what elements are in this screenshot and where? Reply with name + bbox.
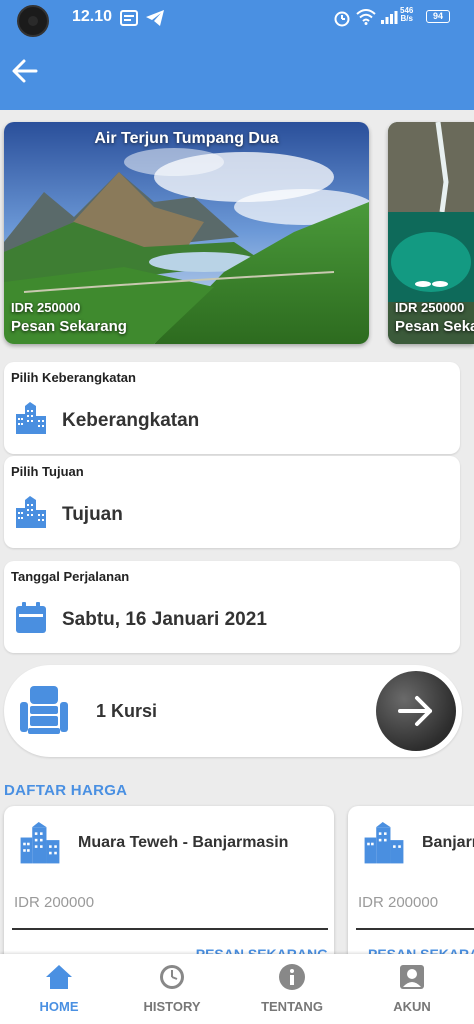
city-icon bbox=[364, 822, 404, 864]
status-bar: 12.10 546 B/s 94 bbox=[0, 0, 474, 38]
back-arrow-icon[interactable] bbox=[10, 56, 40, 86]
city-icon bbox=[20, 822, 60, 864]
destination-field[interactable]: Pilih Tujuan Tujuan bbox=[4, 456, 460, 548]
destination-value: Tujuan bbox=[62, 504, 123, 525]
message-notification-icon bbox=[120, 10, 138, 26]
nav-history-label: HISTORY bbox=[143, 999, 201, 1014]
destination-title: Air Terjun Tumpang Dua bbox=[94, 130, 279, 147]
nav-about[interactable]: TENTANG bbox=[233, 954, 351, 1024]
nav-about-label: TENTANG bbox=[261, 999, 323, 1014]
destination-price: IDR 250000 bbox=[395, 300, 465, 315]
departure-field[interactable]: Pilih Keberangkatan Keberangkatan bbox=[4, 362, 460, 454]
departure-label: Pilih Keberangkatan bbox=[11, 370, 136, 385]
destination-card[interactable]: Air Terjun Tumpang Dua IDR 250000 Pesan … bbox=[4, 122, 369, 344]
account-icon bbox=[400, 965, 424, 989]
alarm-icon bbox=[334, 11, 350, 27]
app-bar bbox=[0, 38, 474, 110]
nav-account-label: AKUN bbox=[393, 999, 431, 1014]
route-price: IDR 200000 bbox=[14, 894, 95, 911]
nav-home-label: HOME bbox=[39, 999, 79, 1014]
signal-strength-icon bbox=[381, 11, 398, 24]
nav-history[interactable]: HISTORY bbox=[113, 954, 231, 1024]
arrow-right-icon bbox=[398, 696, 432, 726]
telegram-notification-icon bbox=[146, 10, 164, 26]
nav-account[interactable]: AKUN bbox=[353, 954, 471, 1024]
route-name: Muara Teweh - Banjarmasin bbox=[78, 834, 289, 851]
route-price: IDR 200000 bbox=[358, 894, 439, 911]
history-clock-icon bbox=[160, 965, 184, 989]
seat-selector[interactable]: 1 Kursi bbox=[4, 665, 462, 757]
travel-date-field[interactable]: Tanggal Perjalanan Sabtu, 16 Januari 202… bbox=[4, 561, 460, 653]
home-icon bbox=[46, 965, 72, 989]
destination-label: Pilih Tujuan bbox=[11, 464, 84, 479]
front-camera-cutout bbox=[17, 5, 49, 37]
price-card[interactable]: Muara Teweh - Banjarmasin IDR 200000 PES… bbox=[4, 806, 334, 966]
book-now-link[interactable]: Pesan Sekarang bbox=[11, 318, 127, 335]
route-name: Banjarmasin bbox=[422, 834, 474, 851]
departure-value: Keberangkatan bbox=[62, 410, 200, 431]
info-icon bbox=[279, 964, 305, 990]
destination-card[interactable]: IDR 250000 Pesan Sekarang bbox=[388, 122, 474, 344]
nav-home[interactable]: HOME bbox=[0, 954, 118, 1024]
price-card[interactable]: Banjarmasin IDR 200000 PESAN SEKARANG bbox=[348, 806, 474, 966]
calendar-icon bbox=[16, 602, 46, 633]
network-speed-unit: B/s bbox=[400, 14, 413, 23]
seat-count: 1 Kursi bbox=[96, 701, 158, 721]
travel-date-value: Sabtu, 16 Januari 2021 bbox=[62, 609, 267, 630]
bottom-navigation: HOME HISTORY TENTANG AKUN bbox=[0, 954, 474, 1024]
battery-indicator: 94 bbox=[426, 10, 450, 23]
seat-icon bbox=[20, 686, 68, 734]
next-button[interactable] bbox=[376, 671, 456, 751]
destination-price: IDR 250000 bbox=[11, 300, 81, 315]
city-icon bbox=[16, 402, 46, 434]
travel-date-label: Tanggal Perjalanan bbox=[11, 569, 130, 584]
price-list-title: DAFTAR HARGA bbox=[4, 782, 128, 799]
city-icon bbox=[16, 496, 46, 528]
divider bbox=[12, 928, 328, 930]
book-now-link[interactable]: Pesan Sekarang bbox=[395, 318, 474, 335]
wifi-icon bbox=[356, 9, 376, 25]
divider bbox=[356, 928, 474, 930]
network-speed: 546 B/s bbox=[400, 7, 413, 23]
status-time: 12.10 bbox=[72, 8, 113, 25]
